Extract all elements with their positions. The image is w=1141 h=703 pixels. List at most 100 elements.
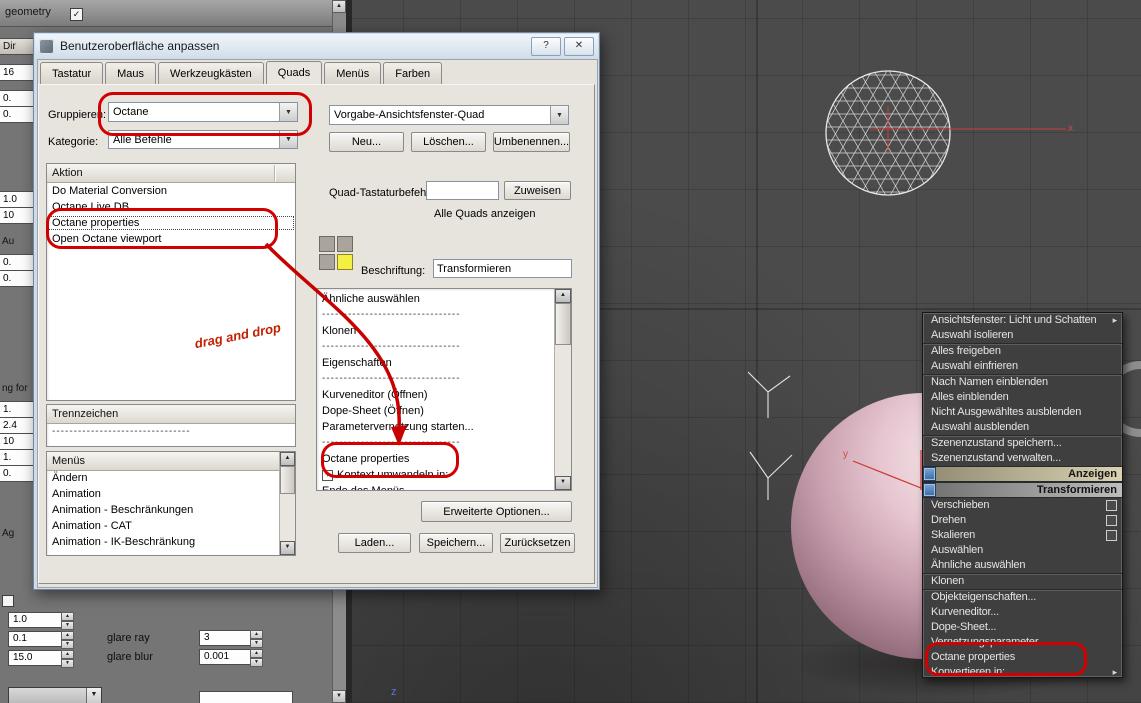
quad-menu-item[interactable]: Ansichtsfenster: Licht und Schatten ▸	[923, 313, 1122, 328]
spinner[interactable]: ▲ ▼	[61, 650, 74, 668]
tab-quads[interactable]: Quads	[265, 61, 323, 84]
quad-header-anzeigen[interactable]: Anzeigen	[923, 466, 1122, 482]
menues-item[interactable]: Animation	[47, 486, 280, 502]
edge-stub[interactable]: 1.0	[0, 191, 36, 208]
zuweisen-button[interactable]: Zuweisen	[504, 181, 571, 200]
scroll-thumb[interactable]	[555, 303, 571, 345]
quad-menu-item[interactable]: Auswahl isolieren	[923, 328, 1122, 343]
menues-item[interactable]: Ändern	[47, 470, 280, 486]
settings-box-icon[interactable]	[1106, 515, 1117, 526]
menu-list-item[interactable]: Dope-Sheet (Öffnen)	[317, 403, 555, 419]
quad-menu-item[interactable]: Szenenzustand verwalten...	[923, 451, 1122, 466]
scroll-thumb[interactable]	[280, 466, 295, 494]
edge-stub[interactable]: 10	[0, 433, 36, 450]
settings-box-icon[interactable]	[1106, 500, 1117, 511]
tab-tastatur[interactable]: Tastatur	[40, 62, 104, 84]
edge-stub[interactable]: 0.	[0, 90, 36, 107]
tab-farben[interactable]: Farben	[383, 62, 443, 84]
edge-stub[interactable]: 2.4	[0, 417, 36, 434]
quad-menu-item[interactable]: Nicht Ausgewähltes ausblenden	[923, 405, 1122, 420]
neu-button[interactable]: Neu...	[329, 132, 404, 152]
aktion-item-octane-properties[interactable]: Octane properties	[47, 215, 295, 231]
quad-menu-item[interactable]: Auswahl ausblenden	[923, 420, 1122, 435]
edge-stub[interactable]: Dir	[0, 38, 36, 55]
quadrant-selector-tr[interactable]	[337, 236, 353, 252]
spinner[interactable]: ▲ ▼	[250, 630, 263, 648]
quad-menu-item[interactable]: Vernetzungsparameter...	[923, 635, 1122, 650]
loeschen-button[interactable]: Löschen...	[411, 132, 486, 152]
laden-button[interactable]: Laden...	[338, 533, 411, 553]
quad-menu-item[interactable]: Konvertieren in: ▸	[923, 665, 1122, 677]
value-field[interactable]: 0.1	[8, 631, 66, 647]
quad-menu-item[interactable]: Szenenzustand speichern...	[923, 435, 1122, 451]
zuruecksetzen-button[interactable]: Zurücksetzen	[500, 533, 575, 553]
quad-menu-item[interactable]: Auswahl einfrieren	[923, 359, 1122, 374]
quad-menu-item[interactable]: Dope-Sheet...	[923, 620, 1122, 635]
separator-row[interactable]: --------------------------------	[317, 307, 555, 323]
scroll-up-button[interactable]: ▲	[280, 452, 295, 466]
scroll-down-button[interactable]: ▼	[332, 690, 346, 703]
edge-stub[interactable]: 0.	[0, 254, 36, 271]
scroll-up-button[interactable]: ▲	[332, 0, 346, 13]
menu-list-item[interactable]: Eigenschaften	[317, 355, 555, 371]
spinner[interactable]: ▲ ▼	[250, 649, 263, 667]
bottom-dropdown[interactable]: ▼	[8, 687, 102, 703]
settings-box-icon[interactable]	[1106, 530, 1117, 541]
quad-header-transformieren[interactable]: Transformieren	[923, 482, 1122, 498]
quad-menu-item[interactable]: Alles freigeben	[923, 343, 1122, 359]
quad-menu-item[interactable]: Verschieben	[923, 498, 1122, 513]
glare-ray-field[interactable]: 3	[199, 630, 255, 646]
edge-stub[interactable]: 1.	[0, 449, 36, 466]
kategorie-dropdown[interactable]: Alle Befehle ▼	[108, 130, 298, 149]
quad-content-scrollbar[interactable]: ▲ ▼	[554, 289, 571, 490]
quad-menu-item[interactable]: Skalieren	[923, 528, 1122, 543]
menues-item[interactable]: Animation - IK-Beschränkung	[47, 534, 280, 550]
separator-row[interactable]: --------------------------------	[317, 435, 555, 451]
quad-menu-item[interactable]: Nach Namen einblenden	[923, 374, 1122, 390]
help-button[interactable]: ?	[531, 36, 561, 56]
clipped-field[interactable]	[199, 691, 293, 703]
speichern-button[interactable]: Speichern...	[419, 533, 493, 553]
aktion-item[interactable]: Octane Live DB	[47, 199, 295, 215]
tab-menues[interactable]: Menüs	[324, 62, 382, 84]
menues-item[interactable]: Animation - CAT	[47, 518, 280, 534]
value-field[interactable]: 1.0	[8, 612, 66, 628]
aktion-item[interactable]: Do Material Conversion	[47, 183, 295, 199]
menues-header[interactable]: Menüs	[47, 452, 295, 471]
beschriftung-input[interactable]	[433, 259, 572, 278]
quadset-dropdown[interactable]: Vorgabe-Ansichtsfenster-Quad ▼	[329, 105, 569, 125]
edge-stub[interactable]: 0.	[0, 270, 36, 287]
quadrant-selector-bl[interactable]	[319, 254, 335, 270]
edge-stub[interactable]: 16	[0, 64, 36, 81]
edge-stub[interactable]: 1.	[0, 401, 36, 418]
quad-menu-item[interactable]: Drehen	[923, 513, 1122, 528]
small-checkbox[interactable]	[2, 595, 14, 607]
geometry-checkbox[interactable]: ✓	[70, 8, 83, 21]
trennzeichen-header[interactable]: Trennzeichen	[47, 405, 295, 424]
menu-list-item[interactable]: Klonen	[317, 323, 555, 339]
erweiterte-optionen-button[interactable]: Erweiterte Optionen...	[421, 501, 572, 522]
gruppieren-dropdown[interactable]: Octane ▼	[108, 102, 298, 122]
menu-list-item[interactable]: Ähnliche auswählen	[317, 291, 555, 307]
scroll-down-button[interactable]: ▼	[555, 476, 571, 490]
quad-menu-item[interactable]: Auswählen	[923, 543, 1122, 558]
quad-menu-item[interactable]: Klonen	[923, 573, 1122, 589]
scroll-down-button[interactable]: ▼	[280, 541, 295, 555]
separator-row[interactable]: --------------------------------	[47, 424, 295, 440]
quad-menu-item[interactable]: Objekteigenschaften...	[923, 589, 1122, 605]
quad-menu-item-octane-properties[interactable]: Octane properties	[923, 650, 1122, 665]
menues-scrollbar[interactable]: ▲ ▼	[279, 452, 295, 555]
dialog-titlebar[interactable]: Benutzeroberfläche anpassen ? ✕	[35, 34, 598, 58]
shortcut-input[interactable]	[426, 181, 499, 200]
quadrant-selector-tl[interactable]	[319, 236, 335, 252]
quad-menu-item[interactable]: Ähnliche auswählen	[923, 558, 1122, 573]
scroll-up-button[interactable]: ▲	[555, 289, 571, 303]
wireframe-sphere-object[interactable]	[823, 68, 953, 198]
rollout-header[interactable]	[0, 0, 346, 27]
menu-list-item-octane-properties[interactable]: Octane properties	[317, 451, 555, 467]
spinner[interactable]: ▲ ▼	[61, 631, 74, 649]
menu-list-item[interactable]: + Kontext umwandeln in:	[317, 467, 555, 483]
close-button[interactable]: ✕	[564, 36, 594, 56]
quadrant-selector-br-active[interactable]	[337, 254, 353, 270]
menues-item[interactable]: Animation - Beschränkungen	[47, 502, 280, 518]
